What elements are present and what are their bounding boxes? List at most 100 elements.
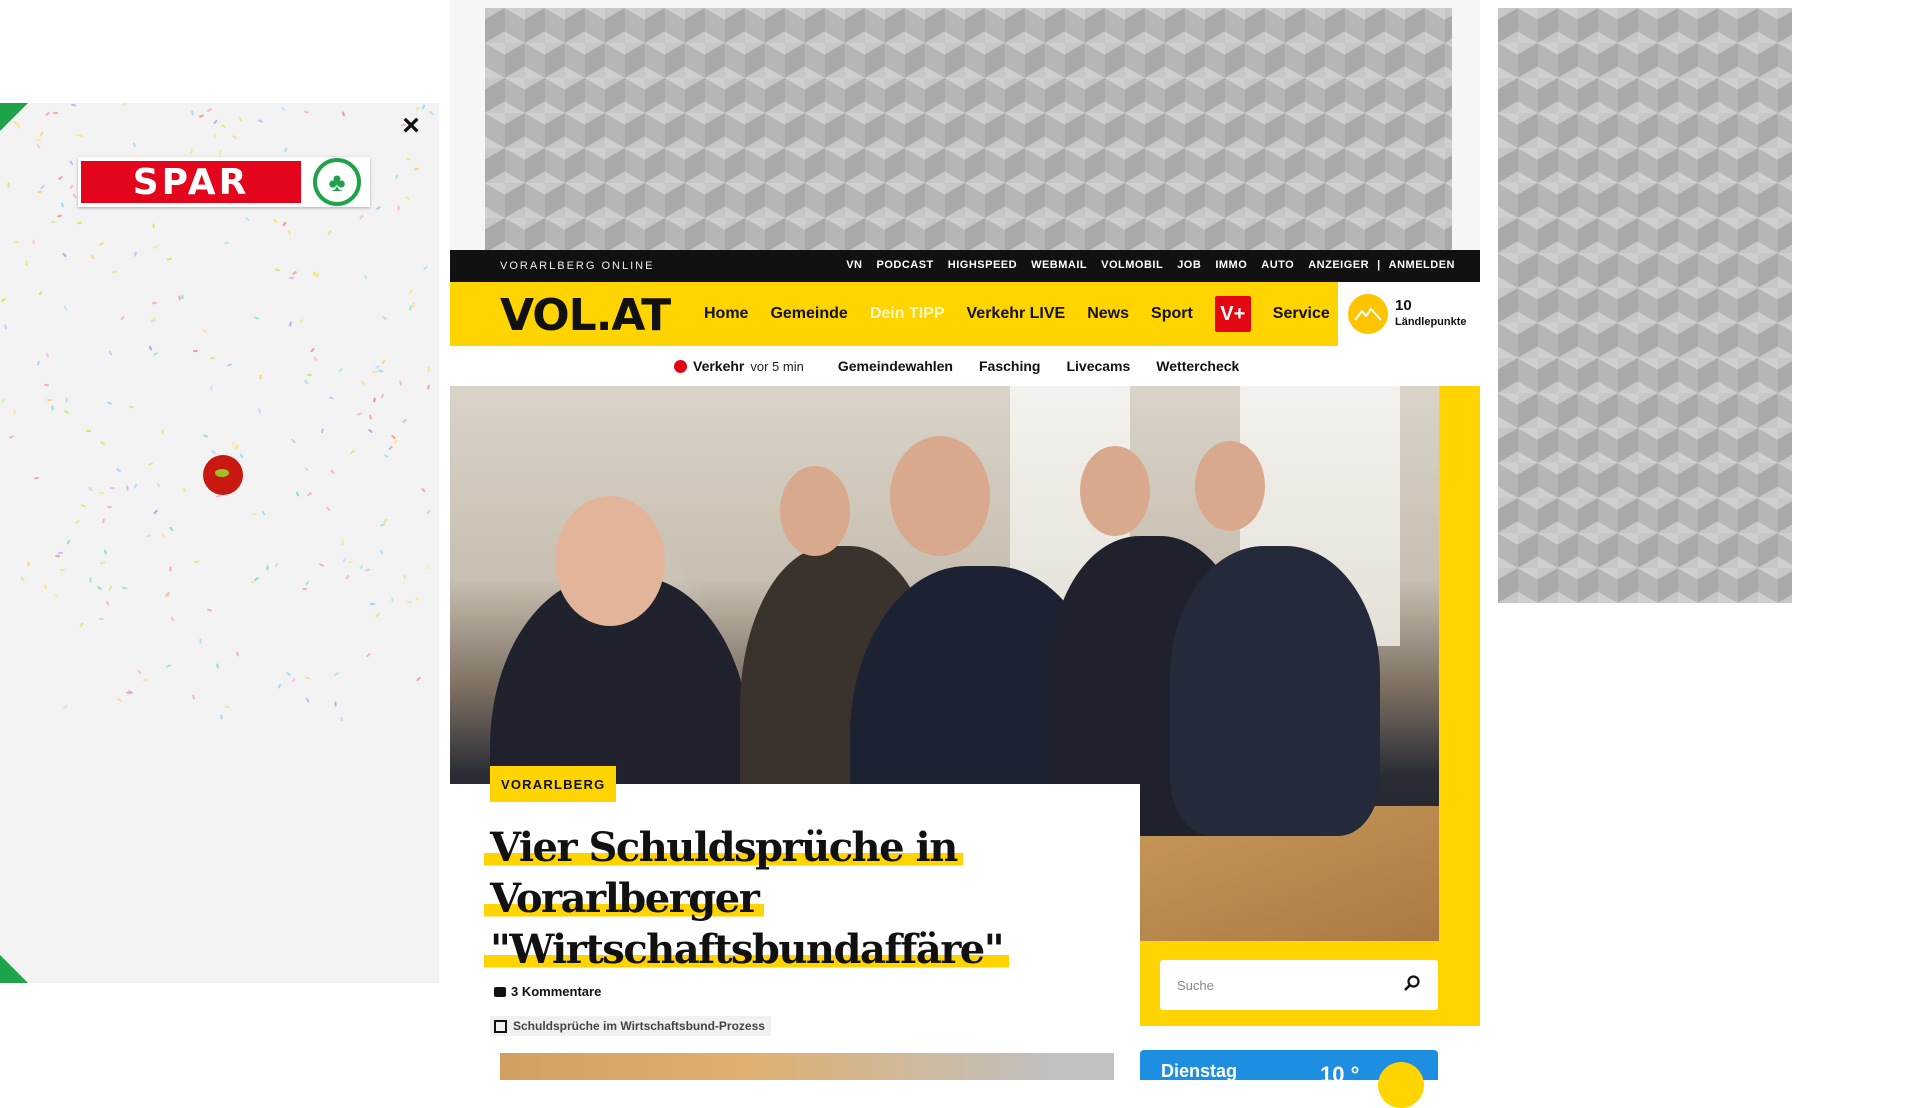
ad-skyscraper-placeholder[interactable] (1498, 8, 1792, 603)
category-badge[interactable]: VORARLBERG (490, 766, 617, 802)
traffic-live-label: Verkehr (693, 358, 745, 374)
comments-link[interactable]: 3 Kommentare (494, 984, 601, 999)
confetti-piece (339, 716, 343, 722)
network-link-highspeed[interactable]: HIGHSPEED (948, 259, 1017, 271)
network-link-podcast[interactable]: PODCAST (877, 259, 934, 271)
ad-leaderboard-placeholder[interactable] (485, 8, 1452, 250)
confetti-piece (110, 486, 116, 490)
confetti-piece (319, 562, 325, 567)
confetti-piece (363, 274, 368, 280)
network-link-anzeiger[interactable]: ANZEIGER (1308, 259, 1369, 271)
confetti-piece (220, 713, 223, 720)
confetti-piece (381, 359, 386, 365)
nav-item-verkehr-live[interactable]: Verkehr LIVE (967, 305, 1066, 323)
confetti-piece (116, 697, 123, 702)
confetti-piece (405, 157, 411, 161)
weather-day: Dienstag (1161, 1061, 1238, 1081)
next-article-thumbnail[interactable] (500, 1053, 1114, 1080)
network-links: VN PODCAST HIGHSPEED WEBMAIL VOLMOBIL JO… (846, 259, 1455, 271)
close-ad-button[interactable]: × (398, 111, 424, 141)
confetti-piece (291, 271, 297, 276)
related-article-link[interactable]: Schuldsprüche im Wirtschaftsbund-Prozess (490, 1016, 771, 1036)
network-link-immo[interactable]: IMMO (1215, 259, 1247, 271)
subnav-link-fasching[interactable]: Fasching (979, 358, 1040, 374)
spar-corner-decoration (0, 103, 28, 131)
nav-item-home[interactable]: Home (704, 305, 748, 323)
confetti-piece (303, 378, 309, 385)
main-navigation: VOL.AT Home Gemeinde Dein TIPP Verkehr L… (450, 282, 1338, 346)
confetti-piece (398, 380, 402, 386)
confetti-piece (215, 663, 219, 669)
subnav-link-wettercheck[interactable]: Wettercheck (1156, 358, 1239, 374)
hero-person-head (1080, 446, 1150, 536)
secondary-navigation: Verkehr vor 5 min Gemeindewahlen Faschin… (450, 346, 1480, 386)
nav-item-service[interactable]: Service (1273, 305, 1330, 323)
confetti-piece (60, 568, 66, 572)
nav-item-sport[interactable]: Sport (1151, 305, 1193, 323)
confetti-piece (53, 593, 59, 599)
confetti-piece (78, 621, 84, 628)
vplus-button[interactable]: V+ (1214, 296, 1251, 332)
weather-widget[interactable]: Dienstag 10 ° (1140, 1050, 1438, 1108)
subnav-link-gemeindewahlen[interactable]: Gemeindewahlen (838, 358, 953, 374)
network-link-webmail[interactable]: WEBMAIL (1031, 259, 1087, 271)
nav-item-dein-tipp[interactable]: Dein TIPP (870, 305, 945, 323)
confetti-piece (273, 562, 279, 569)
network-link-vn[interactable]: VN (846, 259, 862, 271)
network-link-job[interactable]: JOB (1177, 259, 1201, 271)
search-icon[interactable] (1403, 974, 1421, 992)
confetti-piece (210, 385, 214, 391)
confetti-piece (424, 564, 430, 570)
confetti-piece (408, 289, 413, 295)
confetti-piece (304, 466, 310, 472)
search-input[interactable]: Suche (1160, 960, 1438, 1010)
subnav-link-livecams[interactable]: Livecams (1066, 358, 1130, 374)
login-link[interactable]: ANMELDEN (1389, 259, 1455, 271)
confetti-piece (369, 414, 373, 420)
spar-mascot-highlight (215, 469, 229, 477)
confetti-piece (102, 517, 105, 524)
confetti-piece (380, 548, 384, 555)
confetti-piece (402, 419, 408, 424)
confetti-piece (4, 324, 7, 330)
confetti-piece (122, 586, 128, 590)
spar-ad-panel[interactable] (0, 103, 439, 983)
confetti-piece (303, 110, 310, 115)
site-logo[interactable]: VOL.AT (500, 290, 671, 341)
confetti-piece (291, 677, 297, 683)
confetti-piece (364, 567, 370, 572)
laendlepunkte-widget[interactable]: 10 Ländlepunkte (1338, 282, 1480, 346)
confetti-piece (426, 384, 431, 390)
confetti-piece (98, 491, 104, 495)
confetti-piece (69, 160, 75, 166)
confetti-piece (193, 560, 200, 564)
confetti-piece (408, 305, 412, 311)
traffic-live-link[interactable]: Verkehr vor 5 min (674, 358, 804, 374)
confetti-piece (19, 576, 25, 582)
confetti-piece (365, 652, 371, 658)
confetti-piece (122, 103, 127, 107)
confetti-piece (105, 600, 110, 606)
hero-person-head (555, 496, 665, 626)
confetti-piece (320, 428, 324, 434)
confetti-piece (190, 148, 194, 154)
network-link-auto[interactable]: AUTO (1261, 259, 1294, 271)
confetti-piece (39, 130, 44, 137)
confetti-piece (224, 240, 230, 245)
confetti-piece (85, 430, 92, 433)
confetti-piece (137, 669, 143, 675)
confetti-piece (305, 676, 311, 680)
nav-item-gemeinde[interactable]: Gemeinde (770, 305, 847, 323)
article-headline[interactable]: Vier Schuldsprüche in Vorarlberger "Wirt… (484, 822, 1044, 975)
confetti-piece (7, 182, 10, 188)
network-link-volmobil[interactable]: VOLMOBIL (1101, 259, 1163, 271)
spar-logo[interactable]: SPAR ♣ (78, 157, 370, 207)
spar-tree-icon: ♣ (313, 158, 361, 206)
confetti-piece (213, 133, 217, 139)
confetti-piece (106, 401, 112, 406)
confetti-piece (356, 412, 363, 417)
nav-item-news[interactable]: News (1087, 305, 1129, 323)
confetti-piece (69, 184, 74, 190)
confetti-piece (340, 540, 344, 546)
confetti-piece (129, 405, 135, 409)
